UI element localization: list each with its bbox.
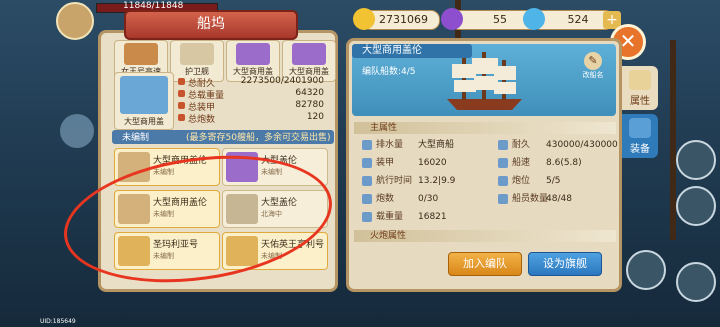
purple-gem-icon xyxy=(441,8,463,30)
ship-thumbnail xyxy=(292,43,326,65)
attr-displacement: 排水量 大型商船 xyxy=(362,138,492,152)
fleet-stats: 总耐久 2273500/2401900 总载重量 64320 总装甲 82780 总炮… xyxy=(178,76,326,125)
attr-gun-count: 炮数 0/30 xyxy=(362,192,492,206)
equipment-icon xyxy=(629,118,651,138)
fleet-ship-name: 护卫舰 xyxy=(185,67,209,76)
fire-attr-header: 火炮属性 xyxy=(354,230,616,242)
gold-coin-icon xyxy=(353,8,375,30)
rename-button[interactable]: ✎ 改船名 xyxy=(580,52,606,80)
attr-gun-slots: 炮位 5/5 xyxy=(498,174,618,188)
set-flagship-button[interactable]: 设为旗舰 xyxy=(528,252,602,276)
side-tabs: 属性 装备 xyxy=(622,66,658,162)
flagship-slot[interactable]: 大型商用盖 xyxy=(114,72,174,130)
fleet-count: 编队船数:4/5 xyxy=(362,67,416,77)
gold-counter: 2731069 xyxy=(353,8,440,30)
attr-armor: 装甲 16020 xyxy=(362,156,492,170)
main-attr-header: 主属性 xyxy=(354,122,616,134)
diamond-counter: 524 + xyxy=(523,8,621,30)
flagship-name: 大型商用盖 xyxy=(124,117,164,126)
attr-durability: 耐久 430000/430000 xyxy=(498,138,618,152)
right-menu-button[interactable] xyxy=(626,250,666,290)
tab-equipment-label: 装备 xyxy=(630,144,650,155)
diamond-value: 524 xyxy=(567,13,589,26)
attr-capacity: 载重量 16821 xyxy=(362,210,492,224)
pen-icon: ✎ xyxy=(584,52,602,70)
ship-thumbnail xyxy=(180,43,214,65)
rename-label: 改船名 xyxy=(582,71,604,79)
diamond-icon xyxy=(523,8,545,30)
attr-crew: 船员数量 48/48 xyxy=(498,192,618,206)
stat-row: 总炮数 120 xyxy=(178,112,326,125)
attributes-icon xyxy=(629,70,651,90)
unassigned-note: (最多寄存50艘船，多余可交易出售) xyxy=(186,133,331,143)
unassigned-header: 未编制 (最多寄存50艘船，多余可交易出售) xyxy=(112,130,334,144)
ship-name-tag: 大型商用盖伦 xyxy=(352,44,472,58)
right-menu-button[interactable] xyxy=(676,140,716,180)
right-menu-button[interactable] xyxy=(676,262,716,302)
right-menu-button[interactable] xyxy=(676,186,716,226)
ship-thumbnail xyxy=(124,43,158,65)
tab-attributes[interactable]: 属性 xyxy=(622,66,658,110)
tab-attributes-label: 属性 xyxy=(630,96,650,107)
left-nav-arrow[interactable] xyxy=(60,114,94,148)
fleet-ship-name: 大型商用盖 xyxy=(233,67,273,76)
player-avatar[interactable] xyxy=(56,2,94,40)
top-bar: 11848/11848 2731069 55 + 524 + xyxy=(0,0,720,40)
panel-title: 船坞 xyxy=(124,10,298,40)
join-fleet-button[interactable]: 加入编队 xyxy=(448,252,522,276)
stat-row: 总装甲 82780 xyxy=(178,100,326,113)
unassigned-label: 未编制 xyxy=(122,133,150,143)
ship-thumbnail xyxy=(120,76,168,114)
ship-thumbnail xyxy=(236,43,270,65)
gold-value: 2731069 xyxy=(379,13,428,26)
attr-sail-time: 航行时间 13.2|9.9 xyxy=(362,174,492,188)
uid-label: UID:185649 xyxy=(40,318,76,325)
stat-row: 总载重量 64320 xyxy=(178,88,326,101)
fleet-ship-name: 大型商用盖 xyxy=(289,67,329,76)
tab-equipment[interactable]: 装备 xyxy=(622,114,658,158)
stat-row: 总耐久 2273500/2401900 xyxy=(178,76,326,89)
attr-speed: 船速 8.6(5.8) xyxy=(498,156,618,170)
